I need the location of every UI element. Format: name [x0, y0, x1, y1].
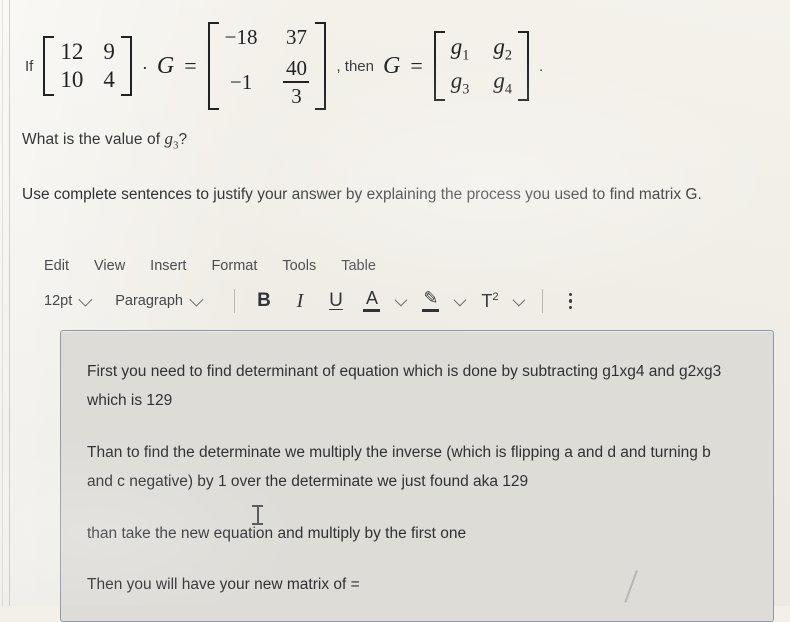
text-color-icon: A	[363, 287, 381, 313]
kebab-dot	[568, 292, 573, 297]
matrix-g-left-bracket	[433, 31, 445, 101]
underline-button[interactable]: U	[321, 286, 351, 316]
matrix-g-right-bracket	[518, 31, 529, 101]
fraction-numerator: 40	[285, 56, 307, 81]
question-prompt-prefix: What is the value of	[22, 131, 165, 148]
matrix-g-cell-1-1: g4	[493, 68, 512, 98]
superscript-glyph: T2	[481, 290, 499, 311]
matrix-a-cell-1-1: 4	[103, 67, 115, 92]
question-prompt-suffix: ?	[178, 131, 188, 148]
multiplication-dot: ·	[141, 57, 148, 78]
chevron-down-icon	[78, 292, 93, 307]
highlight-color-button[interactable]: ✎	[416, 286, 446, 316]
answer-paragraph-4: Then you will have your new matrix of =	[87, 576, 360, 594]
equation-line: If 12 9 10 4 · G = −18 37 −1 40 3 , then…	[22, 14, 772, 118]
answer-paragraph-1: First you need to find determinant of eq…	[87, 363, 722, 410]
matrix-a-cell-1-0: 10	[60, 67, 84, 92]
toolbar-divider	[233, 289, 235, 313]
fraction-denominator: 3	[291, 84, 302, 109]
equals-sign-1: =	[184, 53, 197, 78]
page-gutter-line-outer	[2, 0, 3, 606]
italic-button[interactable]: I	[285, 286, 315, 316]
equals-sign-2: =	[410, 53, 423, 78]
editor-menubar: Edit View Insert Format Tools Table	[20, 258, 778, 274]
answer-paragraph-3: than take the new equation and multiply …	[87, 524, 467, 542]
matrix-a-cell-0-1: 9	[103, 38, 115, 64]
menu-item-tools[interactable]: Tools	[282, 258, 316, 274]
kebab-dot	[568, 305, 573, 310]
answer-textarea[interactable]: First you need to find determinant of eq…	[60, 330, 774, 622]
matrix-b-cell-0-1: 37	[285, 24, 307, 49]
matrix-g: g1 g2 g3 g4	[431, 31, 532, 101]
question-prompt-variable: g3	[164, 129, 179, 152]
pen-glyph: ✎	[423, 287, 439, 308]
editor-toolbar: 12pt Paragraph B I U A ✎ T2	[20, 274, 778, 316]
matrix-b: −18 37 −1 40 3	[205, 21, 330, 111]
matrix-b-cell-0-0: −18	[224, 24, 258, 49]
matrix-a-left-bracket	[43, 35, 55, 97]
matrix-g-cell-0-1: g2	[493, 34, 512, 64]
pen-icon: ✎	[422, 287, 440, 313]
chevron-down-icon	[189, 292, 204, 307]
answer-paragraph-2: Than to find the determinate we multiply…	[87, 443, 711, 491]
chevron-down-icon[interactable]	[394, 293, 408, 306]
chevron-down-icon[interactable]	[512, 293, 526, 306]
matrix-b-cell-1-1-fraction: 40 3	[283, 56, 310, 109]
bold-button[interactable]: B	[249, 286, 279, 316]
block-format-value: Paragraph	[115, 293, 183, 309]
text-color-button[interactable]: A	[357, 286, 387, 316]
answer-content[interactable]: First you need to find determinant of eq…	[61, 331, 773, 600]
question-block: If 12 9 10 4 · G = −18 37 −1 40 3 , then…	[22, 14, 772, 211]
block-format-dropdown[interactable]: Paragraph	[115, 292, 204, 309]
question-prompt: What is the value of g3?	[22, 122, 772, 157]
matrix-g-cell-1-0: g3	[450, 68, 470, 98]
variable-g-left: G	[156, 52, 175, 79]
matrix-a: 12 9 10 4	[40, 35, 135, 97]
highlight-swatch-bar	[422, 309, 440, 313]
menu-item-insert[interactable]: Insert	[150, 258, 186, 274]
font-size-value: 12pt	[44, 293, 73, 309]
menu-item-format[interactable]: Format	[211, 258, 257, 274]
variable-g-right: G	[382, 52, 401, 79]
matrix-g-cell-0-0: g1	[450, 34, 470, 64]
matrix-b-left-bracket	[207, 21, 219, 111]
rich-text-editor-chrome: Edit View Insert Format Tools Table 12pt…	[20, 258, 778, 316]
menu-item-table[interactable]: Table	[341, 258, 376, 274]
question-instructions: Use complete sentences to justify your a…	[22, 185, 702, 203]
page-gutter-line-inner	[9, 0, 10, 606]
fraction-bar	[283, 81, 310, 84]
equation-prefix-if: If	[25, 57, 34, 75]
equation-period: .	[539, 57, 544, 75]
text-color-letter: A	[365, 287, 378, 308]
more-options-button[interactable]	[563, 292, 579, 310]
text-color-swatch-bar	[363, 309, 381, 313]
superscript-button[interactable]: T2	[475, 286, 505, 316]
equation-connector-then: , then	[336, 57, 374, 75]
kebab-dot	[568, 299, 573, 303]
toolbar-divider	[541, 289, 543, 313]
chevron-down-icon[interactable]	[453, 293, 467, 306]
matrix-b-right-bracket	[315, 21, 327, 111]
font-size-dropdown[interactable]: 12pt	[44, 292, 93, 309]
matrix-a-cell-0-0: 12	[60, 38, 84, 64]
matrix-a-right-bracket	[120, 35, 132, 97]
superscript-icon: T2	[481, 290, 499, 311]
menu-item-view[interactable]: View	[94, 258, 125, 274]
menu-item-edit[interactable]: Edit	[44, 258, 69, 274]
matrix-b-cell-1-0: −1	[229, 69, 253, 94]
